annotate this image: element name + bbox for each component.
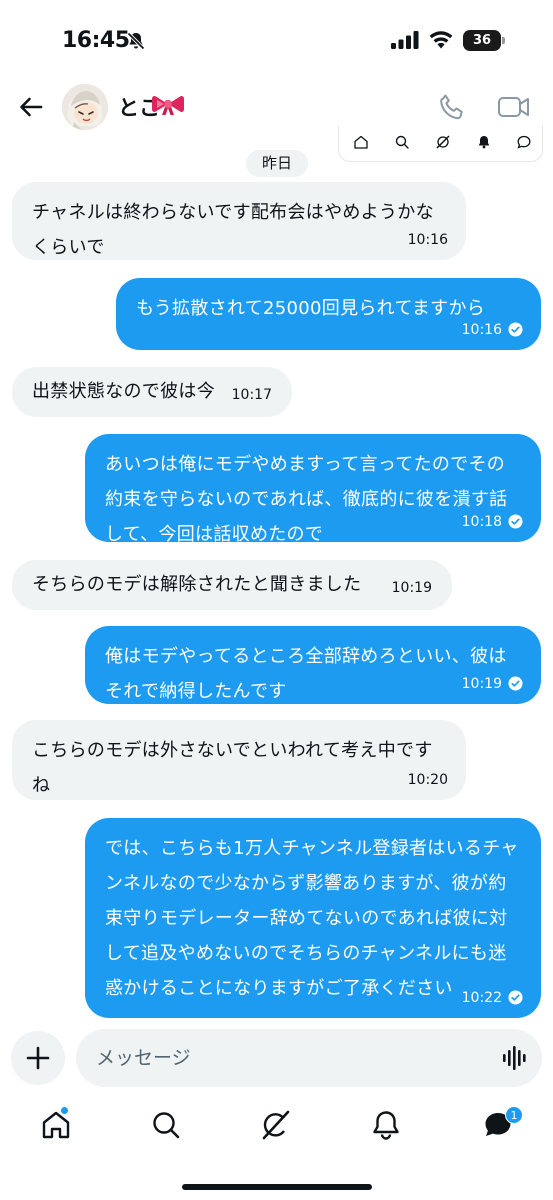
home-icon[interactable]: [353, 134, 369, 150]
home-notification-dot: [60, 1106, 69, 1115]
check-circle-icon: [508, 322, 523, 337]
battery-cap: [502, 37, 505, 44]
bottom-navigation: [0, 1100, 553, 1160]
message-time: 10:16: [461, 322, 502, 338]
message-text: もう拡散されて25000回見られてますから: [136, 298, 486, 319]
status-time: 16:45: [62, 28, 130, 53]
notifications-icon[interactable]: [369, 1108, 403, 1142]
message-time: 10:20: [407, 772, 448, 788]
message-meta: 10:22: [462, 990, 523, 1006]
check-circle-icon: [508, 676, 523, 691]
messages-icon[interactable]: [516, 134, 532, 150]
message-text: あいつは俺にモデやめますって言ってたのでその約束を守らないのであれば、徹底的に彼…: [105, 454, 508, 545]
back-button[interactable]: [14, 90, 48, 124]
message-bubble-incoming[interactable]: こちらのモデは外さないでといわれて考え中ですね 10:20: [12, 720, 466, 800]
avatar[interactable]: [62, 84, 108, 130]
wifi-icon: [429, 31, 453, 49]
check-circle-icon: [508, 990, 523, 1005]
video-call-button[interactable]: [497, 93, 531, 121]
mini-tab-bar: [338, 126, 543, 162]
message-text: チャネルは終わらないです配布会はやめようかなくらいで: [32, 202, 434, 258]
message-input[interactable]: [96, 1029, 496, 1087]
phone-call-button[interactable]: [437, 92, 467, 122]
messages-badge: 1: [505, 1106, 523, 1124]
ribbon-emoji: [152, 96, 184, 115]
message-text: そちらのモデは解除されたと聞きました: [32, 574, 362, 595]
message-text: こちらのモデは外さないでといわれて考え中ですね: [32, 740, 433, 796]
status-bar: 16:45 36: [0, 0, 553, 80]
message-time: 10:19: [461, 676, 502, 692]
message-text: 俺はモデやってるところ全部辞めろといい、彼はそれで納得したんです: [105, 646, 507, 702]
message-meta: 10:16: [462, 322, 523, 338]
message-composer: [76, 1029, 542, 1087]
message-text: では、こちらも1万人チャンネル登録者はいるチャンネルなので少なからず影響あります…: [105, 838, 519, 999]
message-bubble-outgoing[interactable]: あいつは俺にモデやめますって言ってたのでその約束を守らないのであれば、徹底的に彼…: [85, 434, 541, 545]
message-time: 10:16: [407, 232, 448, 248]
grok-icon[interactable]: [435, 134, 451, 150]
plus-icon: [26, 1046, 50, 1070]
message-bubble-incoming[interactable]: 出禁状態なので彼は今 10:17: [12, 367, 292, 417]
voice-message-button[interactable]: [502, 1046, 528, 1070]
message-meta: 10:19: [462, 676, 523, 692]
search-icon[interactable]: [394, 134, 410, 150]
message-meta: 10:18: [462, 514, 523, 530]
check-circle-icon: [508, 514, 523, 529]
home-indicator: [182, 1184, 372, 1190]
message-bubble-outgoing[interactable]: では、こちらも1万人チャンネル登録者はいるチャンネルなので少なからず影響あります…: [85, 818, 541, 1018]
message-bubble-incoming[interactable]: チャネルは終わらないです配布会はやめようかなくらいで 10:16: [12, 182, 466, 260]
bell-slash-icon: [127, 32, 145, 50]
battery-indicator: 36: [463, 30, 505, 51]
message-bubble-outgoing[interactable]: もう拡散されて25000回見られてますから 10:16: [116, 278, 541, 350]
message-time: 10:17: [231, 387, 272, 403]
battery-level: 36: [472, 33, 492, 48]
signal-icon: [391, 31, 419, 49]
message-time: 10:19: [391, 580, 432, 596]
notifications-icon[interactable]: [476, 134, 492, 150]
message-time: 10:18: [461, 514, 502, 530]
add-attachment-button[interactable]: [11, 1031, 65, 1085]
date-divider: 昨日: [246, 150, 308, 177]
message-bubble-outgoing[interactable]: 俺はモデやってるところ全部辞めろといい、彼はそれで納得したんです 10:19: [85, 626, 541, 704]
message-bubble-incoming[interactable]: そちらのモデは解除されたと聞きました 10:19: [12, 560, 452, 610]
grok-icon[interactable]: [259, 1108, 293, 1142]
search-icon[interactable]: [149, 1108, 183, 1142]
message-time: 10:22: [461, 990, 502, 1006]
avatar-illustration: [62, 84, 108, 130]
